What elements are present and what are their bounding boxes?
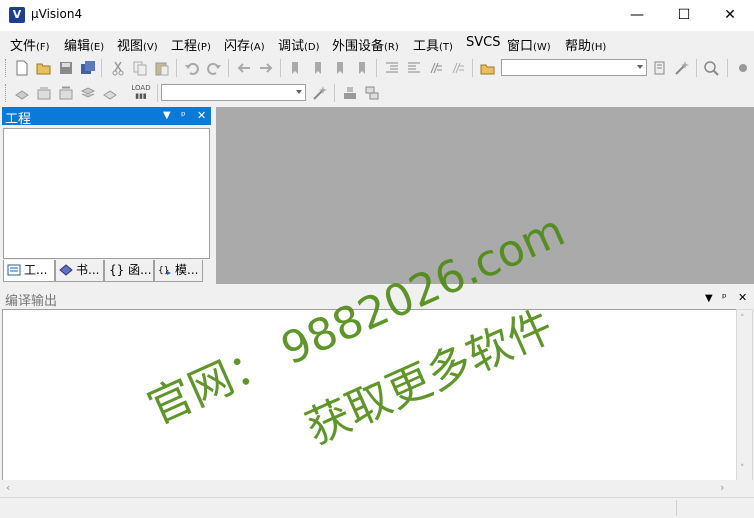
unindent-icon[interactable] [406, 60, 422, 76]
toolbar-grip[interactable] [5, 84, 8, 102]
options-dot-icon[interactable] [735, 60, 751, 76]
rebuild-icon[interactable] [58, 85, 74, 101]
close-button[interactable]: ✕ [707, 0, 753, 31]
vertical-scrollbar[interactable]: ˄ ˅ [736, 309, 753, 481]
menu-help[interactable]: 帮助(H) [565, 35, 606, 54]
bookmark-toggle-icon[interactable] [288, 60, 304, 76]
tab-functions[interactable]: {} 函... [104, 260, 154, 282]
save-icon[interactable] [58, 60, 74, 76]
menu-tools[interactable]: 工具(T) [413, 35, 453, 54]
open-folder-icon[interactable] [36, 60, 52, 76]
maximize-button[interactable]: ☐ [661, 0, 707, 31]
pane-menu-icon[interactable]: ▼ [705, 293, 713, 304]
bookmark-clear-icon[interactable] [354, 60, 370, 76]
new-file-icon[interactable] [14, 60, 30, 76]
nav-forward-icon[interactable] [258, 60, 274, 76]
toolbar-separator [280, 59, 281, 77]
pin-icon[interactable]: ᵖ [722, 291, 727, 304]
toolbar-separator [472, 59, 473, 77]
nav-back-icon[interactable] [236, 60, 252, 76]
batch-build-icon[interactable] [80, 85, 96, 101]
menu-flash[interactable]: 闪存(A) [224, 35, 265, 54]
target-select-combo[interactable] [161, 84, 306, 101]
undo-icon[interactable] [184, 60, 200, 76]
status-divider [676, 500, 677, 516]
zoom-icon[interactable] [703, 60, 719, 76]
translate-icon[interactable] [14, 85, 30, 101]
toolbar-separator [157, 84, 158, 102]
chevron-down-icon[interactable] [296, 90, 302, 94]
stop-build-icon[interactable] [102, 85, 118, 101]
templates-icon: {} [158, 266, 171, 276]
cut-icon[interactable] [110, 60, 126, 76]
status-bar [0, 497, 754, 518]
menu-peripherals[interactable]: 外围设备(R) [332, 35, 399, 54]
comment-icon[interactable] [428, 60, 444, 76]
save-all-icon[interactable] [80, 60, 96, 76]
find-in-files-icon[interactable] [480, 60, 496, 76]
download-button[interactable]: LOAD ▮▮▮ [128, 84, 154, 102]
bookmark-next-icon[interactable] [332, 60, 348, 76]
toolbar-separator [228, 59, 229, 77]
chevron-down-icon[interactable] [637, 65, 643, 69]
paste-icon[interactable] [154, 60, 170, 76]
app-icon[interactable]: V [9, 7, 25, 23]
project-tree[interactable] [3, 128, 210, 259]
copy-icon[interactable] [132, 60, 148, 76]
tab-templates[interactable]: {} 模... [154, 260, 203, 282]
menu-view[interactable]: 视图(V) [117, 35, 158, 54]
build-icon[interactable] [36, 85, 52, 101]
project-pane-title: 工程 [5, 112, 32, 127]
build-output-title: 编译输出 [5, 294, 58, 309]
toolbar-separator [334, 84, 335, 102]
tab-books[interactable]: 书... [55, 260, 104, 282]
scroll-down-icon[interactable]: ˅ [740, 464, 745, 474]
bookmark-prev-icon[interactable] [310, 60, 326, 76]
uncomment-icon[interactable] [450, 60, 466, 76]
scroll-right-icon[interactable]: › [720, 481, 724, 494]
find-combo[interactable] [501, 59, 647, 76]
scroll-up-icon[interactable]: ˄ [740, 314, 745, 324]
project-icon [7, 264, 21, 276]
window-title: µVision4 [31, 7, 83, 21]
minimize-button[interactable]: — [614, 0, 660, 31]
menu-project[interactable]: 工程(P) [171, 35, 211, 54]
toolbar-separator [376, 59, 377, 77]
target-options-icon[interactable] [312, 85, 328, 101]
toolbar-separator [176, 59, 177, 77]
debug-wand-icon[interactable] [674, 60, 690, 76]
tab-project[interactable]: 工... [3, 260, 55, 282]
toolbar-separator [727, 59, 728, 77]
menu-svcs[interactable]: SVCS [466, 35, 500, 50]
pin-icon[interactable]: ᵖ [181, 109, 186, 122]
toolbar-grip[interactable] [5, 59, 8, 77]
menu-debug[interactable]: 调试(D) [278, 35, 320, 54]
menu-edit[interactable]: 编辑(E) [64, 35, 104, 54]
manage-books-icon[interactable] [364, 85, 380, 101]
books-icon [59, 264, 73, 276]
menu-file[interactable]: 文件(F) [10, 35, 50, 54]
pane-menu-icon[interactable]: ▼ [163, 110, 171, 121]
pane-close-icon[interactable]: ✕ [197, 109, 206, 122]
scroll-left-icon[interactable]: ‹ [6, 481, 10, 494]
indent-icon[interactable] [384, 60, 400, 76]
toolbar-separator [101, 59, 102, 77]
incremental-find-icon[interactable] [652, 60, 668, 76]
file-extensions-icon[interactable] [342, 85, 358, 101]
toolbar-separator [696, 59, 697, 77]
horizontal-scrollbar[interactable]: ‹ › [2, 480, 753, 496]
pane-close-icon[interactable]: ✕ [738, 291, 747, 304]
menu-window[interactable]: 窗口(W) [507, 35, 551, 54]
project-pane-header [2, 107, 211, 125]
redo-icon[interactable] [206, 60, 222, 76]
